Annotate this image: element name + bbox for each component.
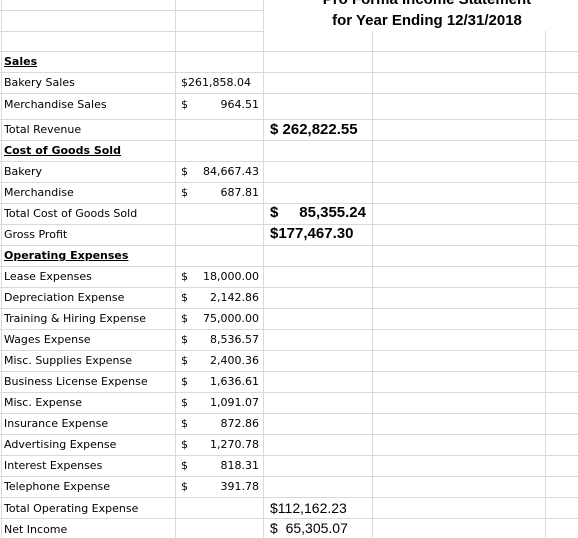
amount-value: 75,000.00 [203, 312, 259, 325]
total-cogs-label[interactable]: Total Cost of Goods Sold [4, 204, 174, 224]
amount-value: 391.78 [220, 480, 260, 493]
merchandise-label[interactable]: Merchandise [4, 183, 174, 203]
total-value: 85,355.24 [299, 204, 366, 221]
currency-symbol: $ [181, 165, 188, 178]
amount-value: 84,667.43 [203, 165, 259, 178]
amount-value: 2,142.86 [210, 291, 259, 304]
interest-label[interactable]: Interest Expenses [4, 456, 174, 476]
net-income-label[interactable]: Net Income [4, 520, 174, 538]
gross-profit-label[interactable]: Gross Profit [4, 225, 174, 245]
total-revenue-value[interactable]: $ 262,822.55 [270, 120, 366, 140]
currency-symbol: $ [181, 333, 188, 346]
spreadsheet-grid: Pro Forma Income Statement for Year Endi… [0, 0, 578, 538]
amount-value: 687.81 [220, 186, 260, 199]
merchandise-sales-label[interactable]: Merchandise Sales [4, 94, 174, 116]
currency-symbol: $ [270, 204, 279, 221]
misc-label[interactable]: Misc. Expense [4, 393, 174, 413]
telephone-label[interactable]: Telephone Expense [4, 477, 174, 497]
business-license-label[interactable]: Business License Expense [4, 372, 174, 392]
total-value: 112,162.23 [277, 500, 347, 516]
currency-symbol: $ [181, 396, 188, 409]
column-gridline [1, 0, 2, 538]
total-value: 262,822.55 [282, 121, 358, 138]
currency-symbol: $ [181, 98, 188, 111]
currency-symbol: $ [181, 438, 188, 451]
total-revenue-label[interactable]: Total Revenue [4, 120, 174, 140]
amount-value: 1,270.78 [210, 438, 259, 451]
total-value: 65,305.07 [285, 520, 348, 536]
statement-title[interactable]: Pro Forma Income Statement [263, 0, 578, 10]
currency-symbol: $ [181, 76, 188, 89]
amount-value: 1,091.07 [210, 396, 259, 409]
depreciation-label[interactable]: Depreciation Expense [4, 288, 174, 308]
currency-symbol: $ [181, 291, 188, 304]
currency-symbol: $ [270, 500, 278, 516]
total-opex-label[interactable]: Total Operating Expense [4, 499, 174, 519]
amount-value: 872.86 [220, 417, 260, 430]
bakery-sales-label[interactable]: Bakery Sales [4, 73, 174, 93]
column-gridline [263, 0, 264, 538]
misc-supplies-label[interactable]: Misc. Supplies Expense [4, 351, 174, 371]
currency-symbol: $ [181, 459, 188, 472]
amount-value: 18,000.00 [203, 270, 259, 283]
total-opex-value[interactable]: $112,162.23 [270, 498, 366, 518]
row-gridline [0, 31, 263, 32]
currency-symbol: $ [181, 480, 188, 493]
column-gridline [175, 0, 176, 538]
currency-symbol: $ [181, 270, 188, 283]
amount-value: 8,536.57 [210, 333, 259, 346]
currency-symbol: $ [270, 121, 279, 138]
column-gridline [545, 31, 546, 538]
row-gridline [0, 10, 263, 11]
insurance-label[interactable]: Insurance Expense [4, 414, 174, 434]
bakery-sales-amount[interactable]: $261,858.04 [181, 73, 259, 93]
statement-subtitle[interactable]: for Year Ending 12/31/2018 [263, 11, 578, 31]
currency-symbol: $ [181, 312, 188, 325]
amount-value: 261,858.04 [188, 76, 251, 89]
net-income-value[interactable]: $ 65,305.07 [270, 518, 366, 538]
amount-value: 818.31 [220, 459, 260, 472]
currency-symbol: $ [181, 375, 188, 388]
sales-header[interactable]: Sales [4, 52, 174, 72]
lease-label[interactable]: Lease Expenses [4, 267, 174, 287]
training-label[interactable]: Training & Hiring Expense [4, 309, 174, 329]
amount-value: 1,636.61 [210, 375, 259, 388]
cogs-header[interactable]: Cost of Goods Sold [4, 141, 174, 161]
opex-header[interactable]: Operating Expenses [4, 246, 174, 266]
column-gridline [372, 31, 373, 538]
bakery-label[interactable]: Bakery [4, 162, 174, 182]
amount-value: 964.51 [220, 98, 260, 111]
currency-symbol: $ [270, 520, 278, 536]
currency-symbol: $ [181, 354, 188, 367]
gross-profit-value[interactable]: $177,467.30 [270, 224, 366, 244]
total-value: 177,467.30 [278, 225, 354, 242]
advertising-label[interactable]: Advertising Expense [4, 435, 174, 455]
currency-symbol: $ [181, 186, 188, 199]
wages-label[interactable]: Wages Expense [4, 330, 174, 350]
amount-value: 2,400.36 [210, 354, 259, 367]
currency-symbol: $ [181, 417, 188, 430]
